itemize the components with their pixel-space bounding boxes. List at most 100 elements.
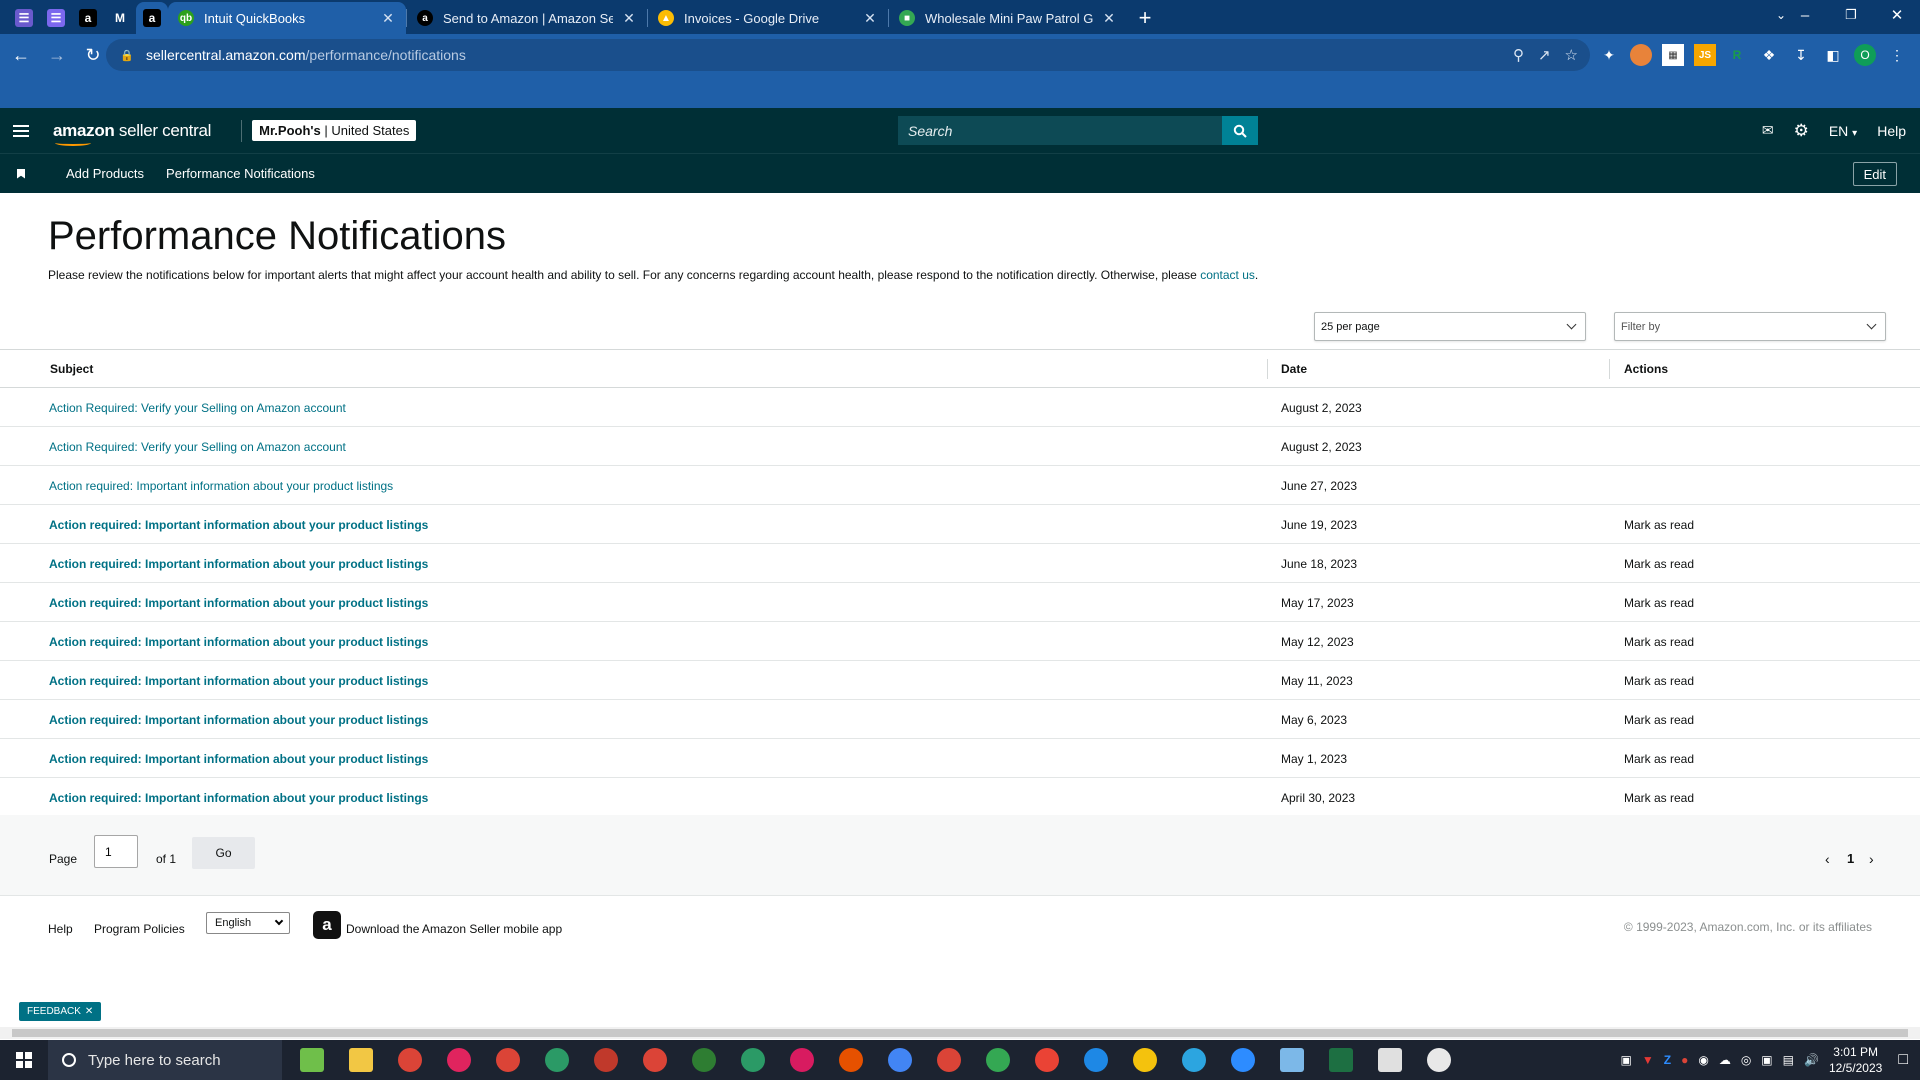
search-button[interactable] bbox=[1222, 116, 1258, 145]
mail-icon[interactable]: ✉ bbox=[1762, 122, 1774, 139]
restore-button[interactable]: ❐ bbox=[1828, 0, 1874, 30]
taskbar-app[interactable] bbox=[1419, 1040, 1459, 1080]
notification-subject-link[interactable]: Action required: Important information a… bbox=[49, 674, 428, 688]
taskbar-app[interactable] bbox=[782, 1040, 822, 1080]
notification-subject-link[interactable]: Action Required: Verify your Selling on … bbox=[49, 401, 346, 415]
taskbar-app[interactable] bbox=[831, 1040, 871, 1080]
help-link[interactable]: Help bbox=[1877, 123, 1906, 139]
close-window-button[interactable]: ✕ bbox=[1874, 0, 1920, 30]
clock[interactable]: 3:01 PM 12/5/2023 bbox=[1829, 1044, 1882, 1076]
reload-button[interactable]: ↻ bbox=[78, 40, 108, 70]
forward-button[interactable]: → bbox=[42, 40, 72, 70]
browser-tab[interactable]: qb Intuit QuickBooks ✕ bbox=[168, 2, 406, 34]
taskbar-app[interactable] bbox=[390, 1040, 430, 1080]
extension-icon[interactable]: R bbox=[1726, 44, 1748, 66]
taskbar-app[interactable] bbox=[292, 1040, 332, 1080]
mark-as-read-link[interactable]: Mark as read bbox=[1624, 674, 1694, 688]
mark-as-read-link[interactable]: Mark as read bbox=[1624, 518, 1694, 532]
side-panel-icon[interactable]: ◧ bbox=[1822, 44, 1844, 66]
taskbar-app[interactable] bbox=[439, 1040, 479, 1080]
microphone-icon[interactable]: ◎ bbox=[1741, 1053, 1751, 1067]
notification-subject-link[interactable]: Action required: Important information a… bbox=[49, 518, 428, 532]
mark-as-read-link[interactable]: Mark as read bbox=[1624, 596, 1694, 610]
taskbar-app[interactable] bbox=[586, 1040, 626, 1080]
taskbar-app[interactable] bbox=[684, 1040, 724, 1080]
taskbar-app[interactable] bbox=[635, 1040, 675, 1080]
contact-us-link[interactable]: contact us bbox=[1200, 268, 1255, 282]
download-icon[interactable]: ↧ bbox=[1790, 44, 1812, 66]
filter-dropdown[interactable]: Filter by bbox=[1614, 312, 1886, 341]
language-selector[interactable]: EN ▾ bbox=[1829, 123, 1857, 139]
back-button[interactable]: ← bbox=[6, 40, 36, 70]
browser-tab[interactable]: a Send to Amazon | Amazon Seller ✕ bbox=[407, 2, 647, 34]
extension-icon[interactable]: ▦ bbox=[1662, 44, 1684, 66]
pinned-tab[interactable]: a bbox=[72, 2, 104, 34]
mark-as-read-link[interactable]: Mark as read bbox=[1624, 713, 1694, 727]
taskbar-app[interactable] bbox=[1321, 1040, 1361, 1080]
cloud-icon[interactable]: ☁ bbox=[1719, 1053, 1731, 1067]
zoom-tray-icon[interactable]: Z bbox=[1664, 1053, 1671, 1067]
language-select[interactable]: English bbox=[206, 912, 290, 934]
pinned-tab[interactable]: M bbox=[104, 2, 136, 34]
minimize-button[interactable]: – bbox=[1782, 0, 1828, 30]
close-tab-icon[interactable]: ✕ bbox=[380, 10, 396, 27]
taskbar-app[interactable] bbox=[880, 1040, 920, 1080]
column-header-date[interactable]: Date bbox=[1281, 362, 1307, 376]
program-policies-link[interactable]: Program Policies bbox=[94, 922, 185, 936]
bookmark-icon[interactable] bbox=[17, 168, 25, 179]
extension-icon[interactable]: JS bbox=[1694, 44, 1716, 66]
taskbar-app[interactable] bbox=[1125, 1040, 1165, 1080]
bookmark-star-icon[interactable]: ☆ bbox=[1565, 46, 1578, 64]
notification-subject-link[interactable]: Action required: Important information a… bbox=[49, 479, 393, 493]
tray-icon[interactable]: ▼ bbox=[1642, 1053, 1654, 1067]
notification-subject-link[interactable]: Action required: Important information a… bbox=[49, 791, 428, 805]
page-number[interactable]: 1 bbox=[1847, 851, 1854, 866]
edit-button[interactable]: Edit bbox=[1852, 162, 1897, 186]
mark-as-read-link[interactable]: Mark as read bbox=[1624, 752, 1694, 766]
volume-icon[interactable]: 🔊 bbox=[1804, 1053, 1819, 1067]
taskbar-app[interactable] bbox=[978, 1040, 1018, 1080]
taskbar-app[interactable] bbox=[1027, 1040, 1067, 1080]
store-selector[interactable]: Mr.Pooh's | United States bbox=[252, 120, 417, 141]
new-tab-button[interactable]: + bbox=[1127, 2, 1163, 34]
feedback-button[interactable]: FEEDBACK ✕ bbox=[19, 1002, 102, 1021]
chevron-left-icon[interactable]: ‹ bbox=[1825, 851, 1830, 867]
taskbar-app[interactable] bbox=[1174, 1040, 1214, 1080]
menu-icon[interactable] bbox=[13, 122, 29, 140]
taskbar-search[interactable]: Type here to search bbox=[48, 1040, 282, 1080]
amazon-app-icon[interactable]: a bbox=[313, 911, 341, 939]
close-tab-icon[interactable]: ✕ bbox=[1101, 10, 1117, 27]
notification-subject-link[interactable]: Action required: Important information a… bbox=[49, 752, 428, 766]
profile-avatar[interactable]: O bbox=[1854, 44, 1876, 66]
close-tab-icon[interactable]: ✕ bbox=[862, 10, 878, 27]
notification-subject-link[interactable]: Action required: Important information a… bbox=[49, 596, 428, 610]
column-header-subject[interactable]: Subject bbox=[50, 362, 93, 376]
browser-tab[interactable]: ■ Wholesale Mini Paw Patrol Guita ✕ bbox=[889, 2, 1127, 34]
pinned-tab[interactable]: ☰ bbox=[8, 2, 40, 34]
share-icon[interactable]: ↗ bbox=[1538, 46, 1551, 64]
taskbar-app[interactable] bbox=[341, 1040, 381, 1080]
chevron-right-icon[interactable]: › bbox=[1869, 851, 1874, 867]
mark-as-read-link[interactable]: Mark as read bbox=[1624, 791, 1694, 805]
zoom-icon[interactable]: ⚲ bbox=[1513, 46, 1524, 64]
taskbar-app[interactable] bbox=[733, 1040, 773, 1080]
network-icon[interactable]: ▤ bbox=[1783, 1053, 1794, 1067]
pinned-tab[interactable]: ☰ bbox=[40, 2, 72, 34]
tray-icon[interactable]: ▣ bbox=[1621, 1053, 1632, 1067]
mark-as-read-link[interactable]: Mark as read bbox=[1624, 635, 1694, 649]
browser-tab[interactable]: ▲ Invoices - Google Drive ✕ bbox=[648, 2, 888, 34]
search-input[interactable] bbox=[898, 116, 1222, 145]
seller-central-logo[interactable]: amazon seller central bbox=[53, 121, 211, 146]
notification-subject-link[interactable]: Action required: Important information a… bbox=[49, 557, 428, 571]
go-button[interactable]: Go bbox=[192, 837, 255, 869]
extension-icon[interactable]: ✦ bbox=[1598, 44, 1620, 66]
taskbar-app[interactable] bbox=[1272, 1040, 1312, 1080]
chrome-tray-icon[interactable]: ● bbox=[1681, 1053, 1688, 1067]
extension-icon[interactable] bbox=[1630, 44, 1652, 66]
per-page-dropdown[interactable]: 25 per page bbox=[1314, 312, 1586, 341]
notification-subject-link[interactable]: Action required: Important information a… bbox=[49, 713, 428, 727]
puzzle-icon[interactable]: ❖ bbox=[1758, 44, 1780, 66]
download-app-link[interactable]: Download the Amazon Seller mobile app bbox=[346, 922, 562, 936]
close-icon[interactable]: ✕ bbox=[85, 1006, 93, 1017]
mark-as-read-link[interactable]: Mark as read bbox=[1624, 557, 1694, 571]
